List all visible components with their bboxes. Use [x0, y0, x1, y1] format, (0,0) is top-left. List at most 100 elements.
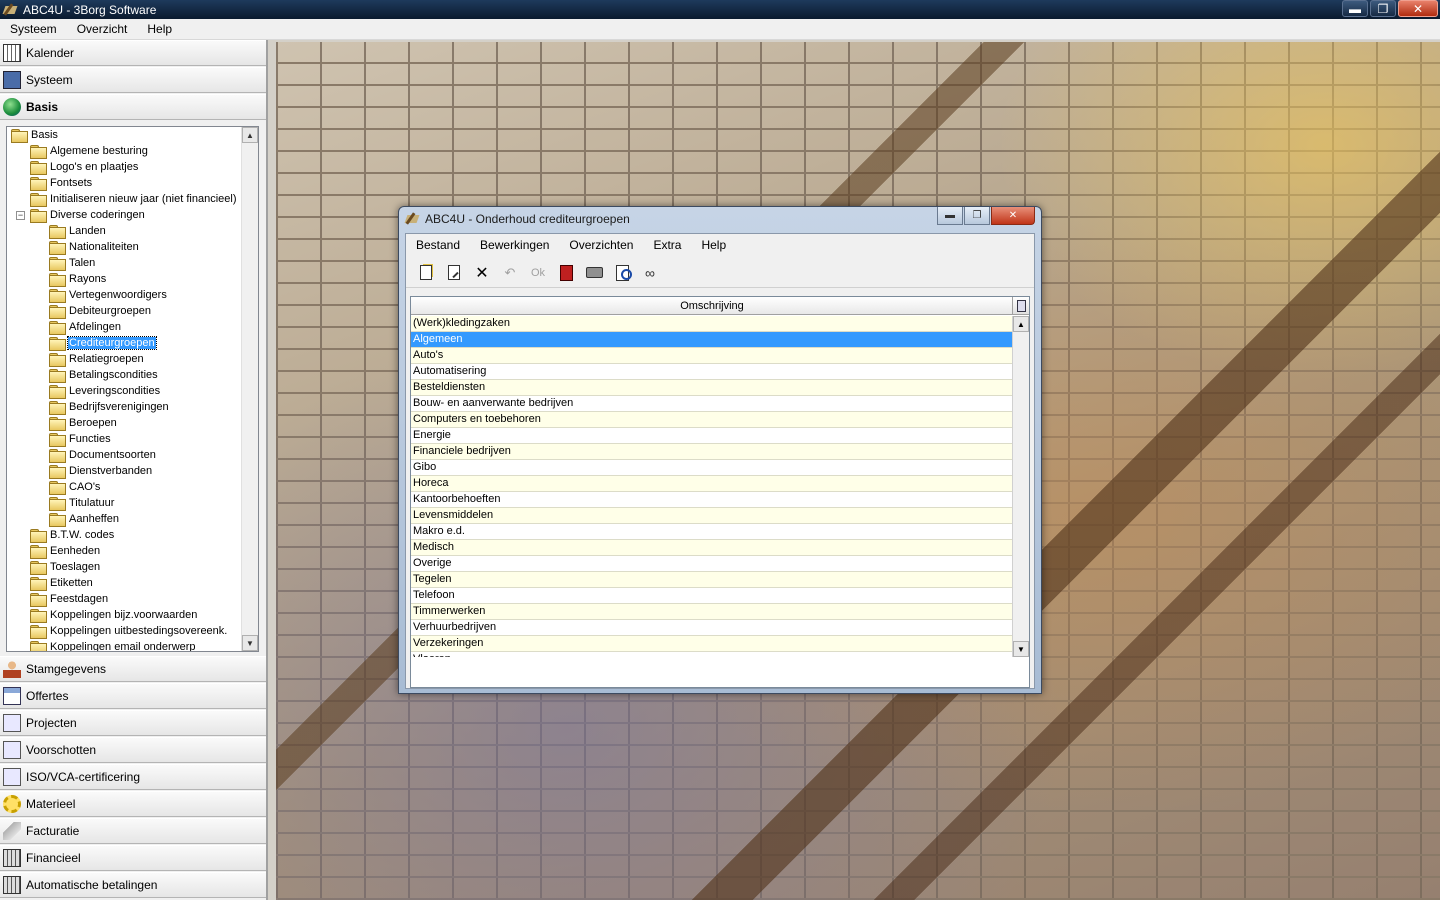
- grid-row[interactable]: Medisch: [411, 540, 1013, 556]
- grid-row[interactable]: Computers en toebehoren: [411, 412, 1013, 428]
- tree-item[interactable]: Basis: [7, 127, 243, 143]
- tree-expander-icon[interactable]: −: [16, 210, 25, 220]
- grid-row[interactable]: Verhuurbedrijven: [411, 620, 1013, 636]
- menu-help[interactable]: Help: [137, 22, 182, 36]
- tree-item[interactable]: Titulatuur: [7, 495, 243, 511]
- tree-item[interactable]: Etiketten: [7, 575, 243, 591]
- scroll-up-arrow-icon[interactable]: ▲: [242, 127, 258, 143]
- tree-item[interactable]: Afdelingen: [7, 319, 243, 335]
- exit-icon[interactable]: [556, 263, 576, 283]
- menu-extra[interactable]: Extra: [643, 238, 691, 252]
- nav-item[interactable]: ISO/VCA-certificering: [0, 764, 266, 790]
- nav-item[interactable]: Facturatie: [0, 818, 266, 844]
- undo-icon[interactable]: ↶: [500, 263, 520, 283]
- grid-row[interactable]: Auto's: [411, 348, 1013, 364]
- grid-row[interactable]: Kantoorbehoeften: [411, 492, 1013, 508]
- tree-item[interactable]: Initialiseren nieuw jaar (niet financiee…: [7, 191, 243, 207]
- scroll-down-arrow-icon[interactable]: ▼: [242, 635, 258, 651]
- nav-item[interactable]: Automatische betalingen: [0, 872, 266, 898]
- grid-row[interactable]: Bouw- en aanverwante bedrijven: [411, 396, 1013, 412]
- menu-overzichten[interactable]: Overzichten: [559, 238, 643, 252]
- grid-row[interactable]: Gibo: [411, 460, 1013, 476]
- tree-item[interactable]: Relatiegroepen: [7, 351, 243, 367]
- grid-scroll-down-arrow-icon[interactable]: ▼: [1013, 641, 1029, 657]
- grid-row[interactable]: Automatisering: [411, 364, 1013, 380]
- tree-item[interactable]: Feestdagen: [7, 591, 243, 607]
- tree-item[interactable]: Functies: [7, 431, 243, 447]
- grid-scrollbar[interactable]: ▲ ▼: [1012, 316, 1029, 657]
- tree-item[interactable]: Eenheden: [7, 543, 243, 559]
- tree-item[interactable]: B.T.W. codes: [7, 527, 243, 543]
- grid-row[interactable]: Besteldiensten: [411, 380, 1013, 396]
- grid-row[interactable]: Levensmiddelen: [411, 508, 1013, 524]
- menu-overzicht[interactable]: Overzicht: [67, 22, 138, 36]
- nav-item[interactable]: Financieel: [0, 845, 266, 871]
- grid-row[interactable]: Horeca: [411, 476, 1013, 492]
- new-record-icon[interactable]: [416, 263, 436, 283]
- tree-item[interactable]: Nationaliteiten: [7, 239, 243, 255]
- grid-row[interactable]: Overige: [411, 556, 1013, 572]
- nav-kalender[interactable]: Kalender: [0, 40, 266, 66]
- grid-row[interactable]: (Werk)kledingzaken: [411, 316, 1013, 332]
- tree-item[interactable]: CAO's: [7, 479, 243, 495]
- dialog-close-button[interactable]: ✕: [991, 207, 1035, 225]
- print-preview-icon[interactable]: [612, 263, 632, 283]
- restore-button[interactable]: ❐: [1370, 0, 1396, 17]
- grid-row[interactable]: Financiele bedrijven: [411, 444, 1013, 460]
- menu-systeem[interactable]: Systeem: [0, 22, 67, 36]
- tree-item[interactable]: Logo's en plaatjes: [7, 159, 243, 175]
- edit-record-icon[interactable]: [444, 263, 464, 283]
- tree-item[interactable]: Aanheffen: [7, 511, 243, 527]
- tree-scrollbar[interactable]: ▲ ▼: [241, 127, 258, 651]
- tree-item[interactable]: Beroepen: [7, 415, 243, 431]
- grid-row[interactable]: Vloeren: [411, 652, 1013, 657]
- tree-item[interactable]: Documentsoorten: [7, 447, 243, 463]
- grid-row[interactable]: Timmerwerken: [411, 604, 1013, 620]
- tree-item[interactable]: Toeslagen: [7, 559, 243, 575]
- grid-row[interactable]: Telefoon: [411, 588, 1013, 604]
- nav-systeem[interactable]: Systeem: [0, 67, 266, 93]
- grid-row[interactable]: Algemeen: [411, 332, 1013, 348]
- menu-dialog-help[interactable]: Help: [691, 238, 736, 252]
- column-chooser-icon[interactable]: [1012, 297, 1029, 315]
- grid-scroll-up-arrow-icon[interactable]: ▲: [1013, 316, 1029, 332]
- grid-row[interactable]: Tegelen: [411, 572, 1013, 588]
- tree-item[interactable]: Leveringscondities: [7, 383, 243, 399]
- menu-bestand[interactable]: Bestand: [406, 238, 470, 252]
- nav-item[interactable]: Voorschotten: [0, 737, 266, 763]
- tree-item[interactable]: Koppelingen uitbestedingsovereenk.: [7, 623, 243, 639]
- column-header-omschrijving[interactable]: Omschrijving: [411, 297, 1013, 315]
- tree-item[interactable]: Koppelingen email onderwerp: [7, 639, 243, 651]
- menu-bewerkingen[interactable]: Bewerkingen: [470, 238, 559, 252]
- delete-icon[interactable]: ✕: [472, 263, 492, 283]
- nav-item[interactable]: Materieel: [0, 791, 266, 817]
- dialog-restore-button[interactable]: ❐: [964, 207, 990, 225]
- grid-row[interactable]: Energie: [411, 428, 1013, 444]
- tree-item[interactable]: − Diverse coderingen: [7, 207, 243, 223]
- grid-row[interactable]: Makro e.d.: [411, 524, 1013, 540]
- tree-item[interactable]: Debiteurgroepen: [7, 303, 243, 319]
- tree-item[interactable]: Algemene besturing: [7, 143, 243, 159]
- nav-item[interactable]: Offertes: [0, 683, 266, 709]
- tree-item[interactable]: Talen: [7, 255, 243, 271]
- tree-item[interactable]: Landen: [7, 223, 243, 239]
- tree-item[interactable]: Dienstverbanden: [7, 463, 243, 479]
- tree-item[interactable]: Vertegenwoordigers: [7, 287, 243, 303]
- tree-item[interactable]: Fontsets: [7, 175, 243, 191]
- dialog-titlebar[interactable]: ABC4U - Onderhoud crediteurgroepen ▬ ❐ ✕: [399, 207, 1041, 231]
- tree-item[interactable]: Rayons: [7, 271, 243, 287]
- ok-icon[interactable]: Ok: [528, 263, 548, 283]
- nav-item[interactable]: Projecten: [0, 710, 266, 736]
- binoculars-icon[interactable]: ∞: [640, 263, 660, 283]
- tree-item[interactable]: Betalingscondities: [7, 367, 243, 383]
- tree-item[interactable]: Bedrijfsverenigingen: [7, 399, 243, 415]
- minimize-button[interactable]: ▬: [1342, 0, 1368, 17]
- tree-item[interactable]: Koppelingen bijz.voorwaarden: [7, 607, 243, 623]
- grid-row[interactable]: Verzekeringen: [411, 636, 1013, 652]
- dialog-minimize-button[interactable]: ▬: [937, 207, 963, 225]
- print-icon[interactable]: [584, 263, 604, 283]
- tree-item[interactable]: Crediteurgroepen: [7, 335, 243, 351]
- close-button[interactable]: ✕: [1398, 0, 1438, 17]
- nav-basis[interactable]: Basis: [0, 94, 266, 120]
- nav-item[interactable]: Stamgegevens: [0, 656, 266, 682]
